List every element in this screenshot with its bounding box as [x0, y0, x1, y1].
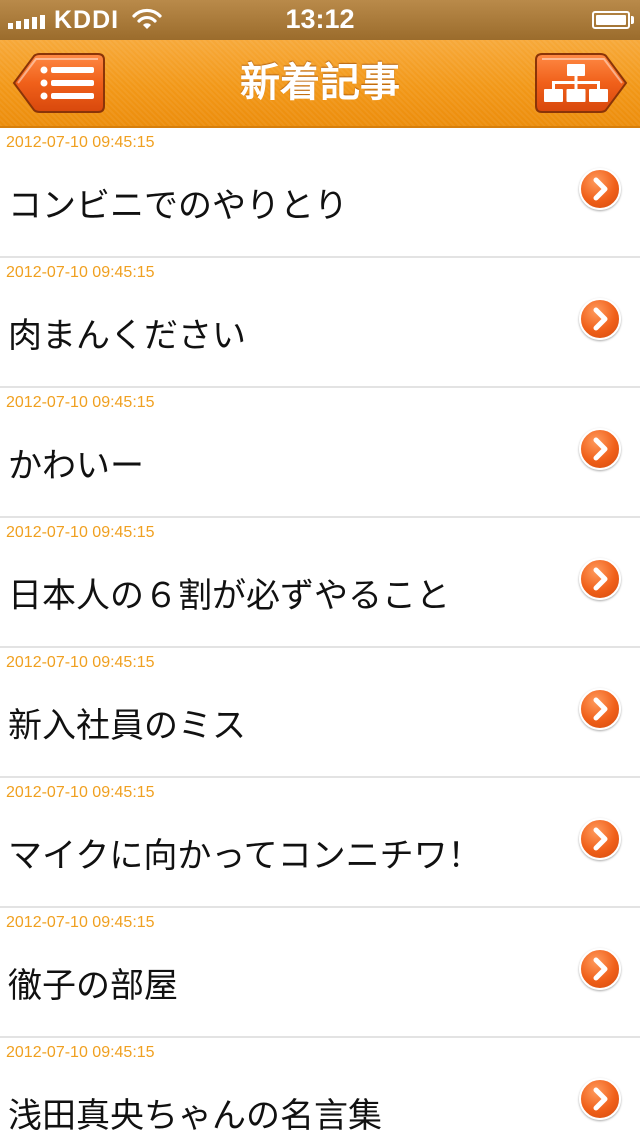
article-title: 日本人の６割が必ずやること: [8, 576, 450, 616]
list-item[interactable]: 2012-07-10 09:45:15 肉まんください: [0, 258, 640, 388]
chevron-right-icon[interactable]: [579, 558, 621, 600]
article-title: かわいー: [8, 446, 144, 486]
article-title: 徹子の部屋: [8, 966, 178, 1006]
chevron-right-icon[interactable]: [579, 168, 621, 210]
article-date: 2012-07-10 09:45:15: [6, 134, 155, 151]
chevron-right-icon[interactable]: [579, 948, 621, 990]
status-bar: KDDI 13:12: [0, 0, 640, 40]
article-date: 2012-07-10 09:45:15: [6, 784, 155, 801]
article-title: 新入社員のミス: [8, 706, 246, 746]
list-item[interactable]: 2012-07-10 09:45:15 徹子の部屋: [0, 908, 640, 1038]
navigation-bar: 新着記事: [0, 40, 640, 128]
list-item[interactable]: 2012-07-10 09:45:15 新入社員のミス: [0, 648, 640, 778]
sitemap-icon: [535, 53, 628, 113]
chevron-right-icon[interactable]: [579, 818, 621, 860]
article-date: 2012-07-10 09:45:15: [6, 654, 155, 671]
article-date: 2012-07-10 09:45:15: [6, 394, 155, 411]
list-item[interactable]: 2012-07-10 09:45:15 日本人の６割が必ずやること: [0, 518, 640, 648]
article-date: 2012-07-10 09:45:15: [6, 524, 155, 541]
article-title: コンビニでのやりとり: [8, 186, 348, 226]
list-item[interactable]: 2012-07-10 09:45:15 コンビニでのやりとり: [0, 128, 640, 258]
article-list[interactable]: 2012-07-10 09:45:15 コンビニでのやりとり 2012-07-1…: [0, 128, 640, 1136]
article-title: マイクに向かってコンニチワ！: [8, 836, 482, 876]
article-title: 肉まんください: [8, 316, 246, 356]
chevron-right-icon[interactable]: [579, 688, 621, 730]
list-item[interactable]: 2012-07-10 09:45:15 かわいー: [0, 388, 640, 518]
battery-tip: [631, 16, 634, 24]
sitemap-button[interactable]: [534, 53, 630, 113]
battery-icon: [592, 11, 630, 29]
article-date: 2012-07-10 09:45:15: [6, 264, 155, 281]
list-item[interactable]: 2012-07-10 09:45:15 浅田真央ちゃんの名言集: [0, 1038, 640, 1136]
list-item[interactable]: 2012-07-10 09:45:15 マイクに向かってコンニチワ！: [0, 778, 640, 908]
chevron-right-icon[interactable]: [579, 428, 621, 470]
chevron-right-icon[interactable]: [579, 1078, 621, 1120]
article-title: 浅田真央ちゃんの名言集: [8, 1096, 382, 1136]
status-time: 13:12: [285, 4, 355, 34]
chevron-right-icon[interactable]: [579, 298, 621, 340]
article-date: 2012-07-10 09:45:15: [6, 1044, 155, 1061]
article-date: 2012-07-10 09:45:15: [6, 914, 155, 931]
